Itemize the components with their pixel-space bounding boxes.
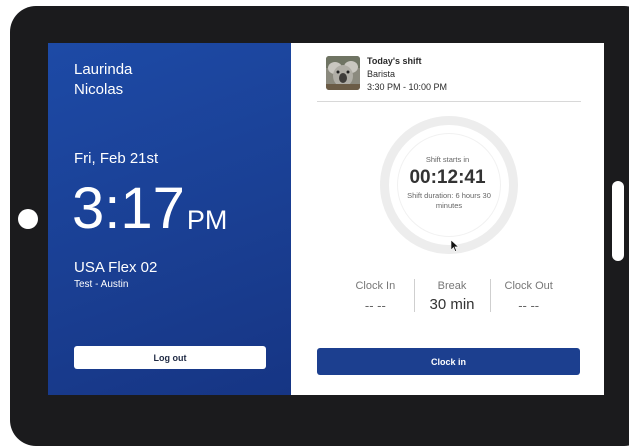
- shift-panel: Today's shift Barista 3:30 PM - 10:00 PM…: [291, 43, 604, 395]
- shift-time-range: 3:30 PM - 10:00 PM: [367, 82, 448, 92]
- countdown-label: Shift starts in: [425, 155, 470, 164]
- stat-label: Break: [437, 280, 467, 292]
- employee-panel: Laurinda Nicolas Fri, Feb 21st 3:17 PM U…: [48, 43, 291, 395]
- header-divider: [317, 101, 581, 102]
- koala-photo-icon: [326, 56, 360, 90]
- stat-break: Break 30 min: [413, 279, 491, 315]
- logout-button[interactable]: Log out: [74, 346, 266, 369]
- shift-stats: Clock In -- -- Break 30 min Clock Out --…: [337, 279, 567, 315]
- employee-last-name: Nicolas: [74, 81, 124, 98]
- stat-value: -- --: [518, 298, 540, 313]
- stat-label: Clock In: [355, 280, 396, 292]
- current-time-ampm: PM: [186, 205, 228, 235]
- countdown-value: 00:12:41: [409, 167, 486, 188]
- location-name: USA Flex 02: [74, 259, 158, 276]
- stat-value: -- --: [364, 298, 386, 313]
- current-date: Fri, Feb 21st: [74, 150, 159, 167]
- tablet-screen: Laurinda Nicolas Fri, Feb 21st 3:17 PM U…: [48, 43, 604, 395]
- current-time-value: 3:17: [72, 176, 185, 241]
- stat-label: Clock Out: [504, 280, 553, 292]
- side-button[interactable]: [612, 181, 624, 261]
- location-sub: Test - Austin: [74, 279, 129, 290]
- shift-role: Barista: [367, 69, 396, 79]
- stat-clock-in: Clock In -- --: [337, 279, 414, 315]
- current-time: 3:17 PM: [72, 177, 227, 241]
- home-button[interactable]: [18, 209, 38, 229]
- shift-duration: Shift duration: 6 hours 30 minutes: [407, 191, 491, 210]
- mouse-cursor-icon: [450, 239, 460, 252]
- employee-first-name: Laurinda: [74, 61, 133, 78]
- shift-title: Today's shift: [367, 56, 422, 66]
- clock-in-button[interactable]: Clock in: [317, 348, 580, 375]
- employee-name: Laurinda Nicolas: [74, 60, 132, 100]
- stat-clock-out: Clock Out -- --: [490, 279, 567, 315]
- stat-value: 30 min: [429, 296, 475, 313]
